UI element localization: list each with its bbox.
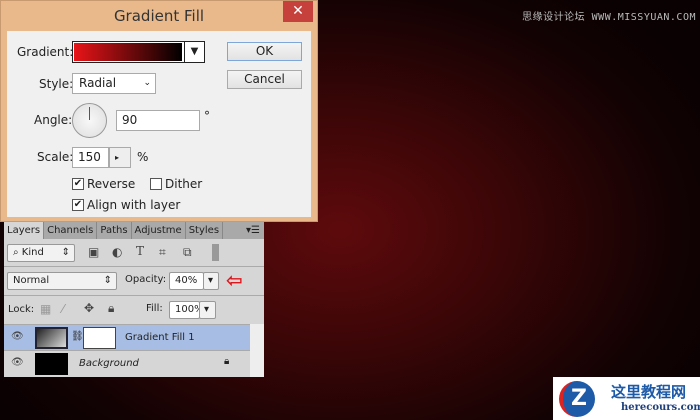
reverse-label: Reverse xyxy=(87,177,136,191)
kind-value: Kind xyxy=(21,247,44,258)
scrollbar[interactable] xyxy=(250,324,264,377)
lock-pixels-icon[interactable]: ⁄ xyxy=(62,302,64,316)
fill-label: Fill: xyxy=(146,303,163,314)
dropdown-arrow-icon[interactable]: ▼ xyxy=(184,42,204,62)
image-filter-icon[interactable]: ▣ xyxy=(88,245,99,259)
align-with-layer-checkbox[interactable]: ✔ Align with layer xyxy=(72,198,180,212)
mask-thumbnail xyxy=(83,327,116,349)
layer-name: Background xyxy=(79,358,139,369)
visibility-eye-icon[interactable]: 👁︎ xyxy=(11,357,24,368)
fill-input[interactable]: 100% xyxy=(169,301,204,319)
dialog-title: Gradient Fill xyxy=(113,7,205,25)
layers-panel: Layers Channels Paths Adjustme Styles ▾☰… xyxy=(4,222,264,377)
background-thumbnail xyxy=(35,353,68,375)
site-logo: Z 这里教程网 herecours.com xyxy=(553,377,700,420)
close-button[interactable]: ✕ xyxy=(283,1,313,22)
style-value: Radial xyxy=(79,76,117,90)
cancel-button[interactable]: Cancel xyxy=(227,70,302,89)
reverse-checkbox[interactable]: ✔ Reverse xyxy=(72,177,135,191)
lock-label: Lock: xyxy=(8,304,35,315)
gradient-thumbnail xyxy=(35,327,68,349)
scale-input[interactable]: 150 xyxy=(72,147,109,168)
red-arrow-icon: ⇦ xyxy=(226,268,243,292)
dither-checkbox[interactable]: Dither xyxy=(150,177,202,191)
opacity-dropdown[interactable]: ▾ xyxy=(203,272,219,290)
shape-filter-icon[interactable]: ⌗ xyxy=(159,245,166,260)
blend-mode-value: Normal xyxy=(13,275,50,286)
fill-dropdown[interactable]: ▾ xyxy=(199,301,216,319)
logo-z-icon: Z xyxy=(559,381,595,417)
tab-styles[interactable]: Styles xyxy=(186,222,224,239)
layer-name: Gradient Fill 1 xyxy=(125,332,195,343)
gradient-label: Gradient: xyxy=(17,45,74,59)
gradient-fill-dialog: Gradient Fill ✕ Gradient: ▼ OK Cancel St… xyxy=(0,0,318,222)
angle-input[interactable]: 90 xyxy=(116,110,200,131)
smart-object-filter-icon[interactable]: ⧉ xyxy=(183,245,192,260)
opacity-label: Opacity: xyxy=(125,274,167,285)
gradient-picker[interactable]: ▼ xyxy=(72,41,205,63)
link-icon: ⛓︎ xyxy=(71,331,84,342)
layer-row-gradient-fill[interactable]: 👁︎ ⛓︎ Gradient Fill 1 xyxy=(4,324,250,350)
blend-mode-select[interactable]: Normal ⇕ xyxy=(7,272,117,290)
scale-label: Scale: xyxy=(37,150,74,164)
lock-all-icon[interactable]: 🔒︎ xyxy=(108,301,114,316)
lock-icon: 🔒︎ xyxy=(224,356,230,367)
tab-layers[interactable]: Layers xyxy=(4,222,45,239)
layer-row-background[interactable]: 👁︎ Background 🔒︎ xyxy=(4,350,250,376)
dither-label: Dither xyxy=(165,177,203,191)
checkmark-icon: ✔ xyxy=(72,199,84,211)
checkmark-icon: ✔ xyxy=(72,178,84,190)
panel-menu-icon[interactable]: ▾☰ xyxy=(246,222,264,239)
logo-url: herecours.com xyxy=(621,402,700,413)
style-label: Style: xyxy=(39,77,74,91)
filter-toggle[interactable] xyxy=(212,244,219,261)
visibility-eye-icon[interactable]: 👁︎ xyxy=(11,331,24,342)
type-filter-icon[interactable]: T xyxy=(136,244,144,258)
tab-adjustments[interactable]: Adjustme xyxy=(132,222,186,239)
ok-button[interactable]: OK xyxy=(227,42,302,61)
chevron-down-icon: ⌄ xyxy=(143,78,151,88)
angle-label: Angle: xyxy=(34,113,73,127)
tab-channels[interactable]: Channels xyxy=(44,222,98,239)
style-select[interactable]: Radial ⌄ xyxy=(72,73,156,94)
tab-paths[interactable]: Paths xyxy=(97,222,132,239)
opacity-input[interactable]: 40% xyxy=(169,272,204,290)
scale-slider-button[interactable]: ▸ xyxy=(109,147,131,168)
lock-transparency-icon[interactable]: ▦ xyxy=(40,302,51,316)
degree-unit: ° xyxy=(204,109,210,123)
watermark: 思缘设计论坛 WWW.MISSYUAN.COM xyxy=(522,12,696,23)
logo-title: 这里教程网 xyxy=(611,383,687,401)
lock-position-icon[interactable]: ✥ xyxy=(84,301,94,315)
angle-dial[interactable] xyxy=(72,103,107,138)
align-label: Align with layer xyxy=(87,198,181,212)
percent-unit: % xyxy=(137,150,149,164)
adjustment-filter-icon[interactable]: ◐ xyxy=(112,245,122,259)
filter-kind-select[interactable]: ⌕ Kind ⇕ xyxy=(7,244,75,262)
checkbox-box xyxy=(150,178,162,190)
gradient-preview[interactable] xyxy=(74,43,182,61)
